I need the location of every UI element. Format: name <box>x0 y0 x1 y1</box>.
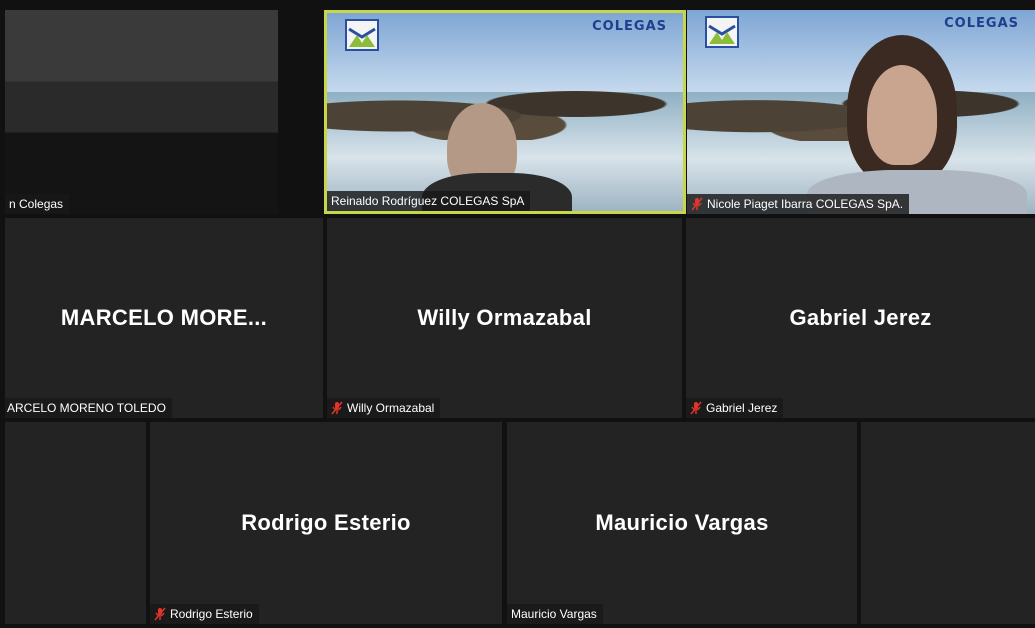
participant-label: n Colegas <box>5 194 70 214</box>
participant-display-name: Mauricio Vargas <box>595 510 769 535</box>
participant-face <box>867 65 937 165</box>
video-tile-room[interactable]: n Colegas <box>5 10 278 214</box>
participant-name: Gabriel Jerez <box>706 401 778 415</box>
video-tile-reinaldo[interactable]: COLEGAS Reinaldo Rodríguez COLEGAS SpA <box>324 10 686 214</box>
participant-name: Mauricio Vargas <box>511 607 597 621</box>
video-tile-willy[interactable]: Willy Ormazabal Willy Ormazabal <box>327 218 682 418</box>
participant-label: Willy Ormazabal <box>327 398 441 418</box>
video-tile-marcelo[interactable]: MARCELO MORE... ARCELO MORENO TOLEDO <box>5 218 323 418</box>
participant-display-name: MARCELO MORE... <box>60 305 268 330</box>
colegas-logo-icon <box>345 19 379 51</box>
participant-label: Rodrigo Esterio <box>150 604 259 624</box>
participant-label: Nicole Piaget Ibarra COLEGAS SpA. <box>687 194 910 214</box>
video-tile-nicole[interactable]: COLEGAS Nicole Piaget Ibarra COLEGAS SpA… <box>687 10 1035 214</box>
video-tile-gabriel[interactable]: Gabriel Jerez Gabriel Jerez <box>686 218 1035 418</box>
participant-name: Willy Ormazabal <box>347 401 435 415</box>
participant-label: ARCELO MORENO TOLEDO <box>5 398 172 418</box>
mic-muted-icon <box>331 401 343 415</box>
mic-muted-icon <box>690 401 702 415</box>
room-video <box>5 10 278 214</box>
virtual-background: COLEGAS <box>687 10 1035 214</box>
participant-name: n Colegas <box>9 197 64 211</box>
mic-muted-icon <box>691 197 703 211</box>
video-tile-rodrigo[interactable]: Rodrigo Esterio Rodrigo Esterio <box>150 422 502 624</box>
participant-name: Nicole Piaget Ibarra COLEGAS SpA. <box>707 197 904 211</box>
participant-name: ARCELO MORENO TOLEDO <box>7 401 166 415</box>
video-tile-mauricio[interactable]: Mauricio Vargas Mauricio Vargas <box>507 422 857 624</box>
empty-tile-right <box>861 422 1035 624</box>
brand-text: COLEGAS <box>592 19 667 34</box>
empty-tile-left <box>5 422 146 624</box>
participant-label: Gabriel Jerez <box>686 398 784 418</box>
participant-name: Rodrigo Esterio <box>170 607 253 621</box>
mic-muted-icon <box>154 607 166 621</box>
colegas-logo-icon <box>705 16 739 48</box>
participant-label: Mauricio Vargas <box>507 604 603 624</box>
participant-display-name: Willy Ormazabal <box>417 305 592 330</box>
virtual-background: COLEGAS <box>327 13 683 211</box>
participant-display-name: Gabriel Jerez <box>789 305 932 330</box>
brand-text: COLEGAS <box>944 16 1019 31</box>
participant-label: Reinaldo Rodríguez COLEGAS SpA <box>327 191 531 211</box>
participant-display-name: Rodrigo Esterio <box>241 510 411 535</box>
participant-name: Reinaldo Rodríguez COLEGAS SpA <box>331 194 525 208</box>
